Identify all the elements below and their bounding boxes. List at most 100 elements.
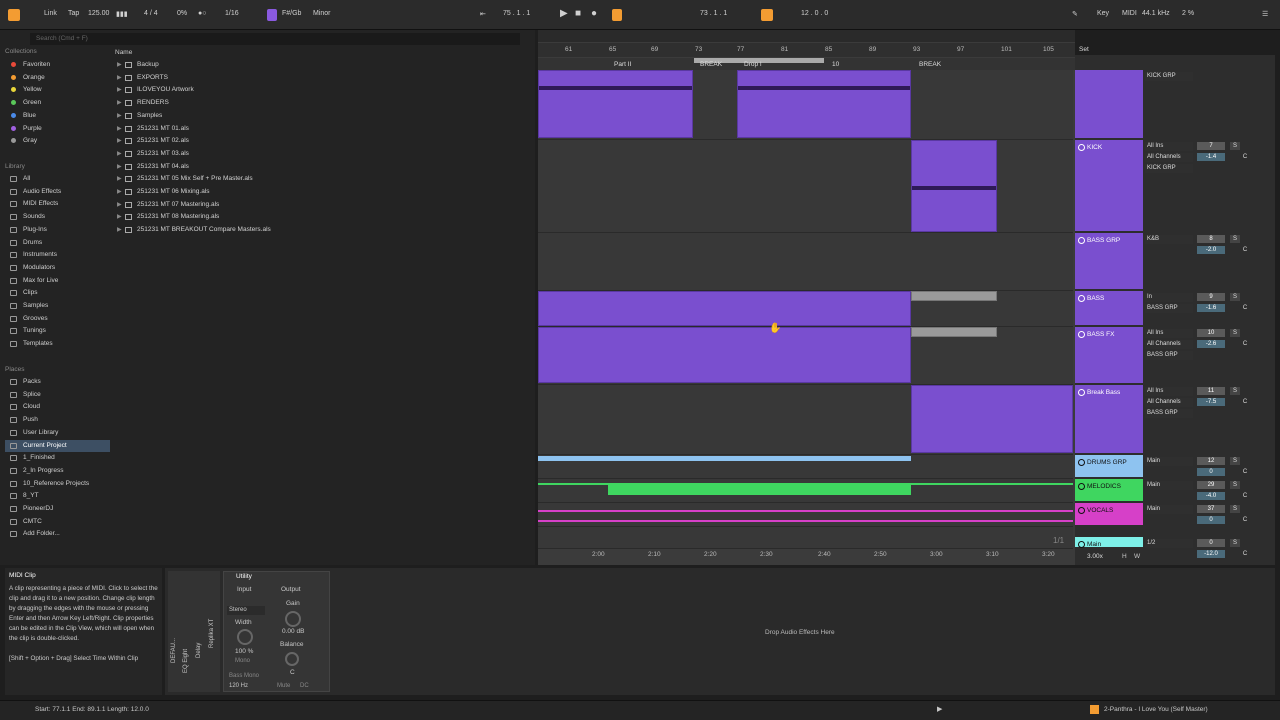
track-header[interactable]: KICK — [1075, 140, 1143, 231]
arrangement-view[interactable]: ✋ 1/1 61 65 69 73 77 81 85 89 93 97 101 105 Part II… — [538, 30, 1075, 565]
file-item[interactable]: ▶ Samples — [117, 110, 162, 122]
track-fold-icon[interactable] — [1078, 237, 1085, 244]
library-item-8[interactable]: Max for Live — [5, 275, 110, 287]
file-item[interactable]: ▶ 251231 MT 03.als — [117, 148, 189, 160]
solo-button[interactable]: S — [1230, 142, 1240, 150]
pan-center[interactable]: C — [1240, 398, 1250, 406]
track-io-select[interactable]: Main — [1145, 481, 1193, 490]
track-number[interactable]: 12 — [1197, 457, 1225, 465]
utility-stereo-select[interactable]: Stereo — [227, 606, 265, 615]
file-item[interactable]: ▶ 251231 MT 08 Mastering.als — [117, 211, 219, 223]
track-io-select[interactable]: All Ins — [1145, 142, 1193, 151]
track-number[interactable]: 11 — [1197, 387, 1225, 395]
quantize-field[interactable]: 1/16 — [225, 10, 239, 17]
track-volume[interactable]: -4.0 — [1197, 492, 1225, 500]
track-header[interactable] — [1075, 70, 1143, 138]
track-io-select[interactable]: KICK GRP — [1145, 164, 1193, 173]
chain-device-2[interactable]: EQ Eight — [183, 649, 189, 673]
pan-center[interactable]: C — [1240, 246, 1250, 254]
collection-4[interactable]: Blue — [5, 110, 110, 122]
chain-device-4[interactable]: Replika XT — [209, 619, 215, 648]
overview-strip[interactable] — [538, 30, 1075, 42]
place-item-4[interactable]: User Library — [5, 427, 110, 439]
track-header[interactable]: BASS — [1075, 291, 1143, 325]
track-io-select[interactable]: All Ins — [1145, 329, 1193, 338]
track-io-select[interactable]: Main — [1145, 505, 1193, 514]
solo-button[interactable]: S — [1230, 387, 1240, 395]
track-number[interactable]: 0 — [1197, 539, 1225, 547]
collection-6[interactable]: Gray — [5, 135, 110, 147]
pan-center[interactable]: C — [1240, 516, 1250, 524]
library-item-5[interactable]: Drums — [5, 237, 110, 249]
track-fold-icon[interactable] — [1078, 144, 1085, 151]
library-item-13[interactable]: Templates — [5, 338, 110, 350]
library-item-10[interactable]: Samples — [5, 300, 110, 312]
track-header[interactable]: Break Bass — [1075, 385, 1143, 453]
place-item-5[interactable]: Current Project — [5, 439, 110, 452]
utility-bass-mono-button[interactable]: Bass Mono — [229, 673, 259, 679]
utility-width-knob[interactable] — [237, 629, 253, 645]
track-header[interactable]: DRUMS GRP — [1075, 455, 1143, 477]
scale-field[interactable]: Minor — [313, 10, 331, 17]
place-item-7[interactable]: 2_In Progress — [5, 465, 110, 477]
place-item-11[interactable]: CMTC — [5, 516, 110, 528]
loop-length-field[interactable]: 12 . 0 . 0 — [801, 10, 828, 17]
file-item[interactable]: ▶ 251231 MT 02.als — [117, 135, 189, 147]
pan-center[interactable]: C — [1240, 550, 1250, 558]
track-header[interactable]: BASS FX — [1075, 327, 1143, 383]
track-number[interactable]: 37 — [1197, 505, 1225, 513]
track-fold-icon[interactable] — [1078, 331, 1085, 338]
solo-button[interactable]: S — [1230, 293, 1240, 301]
track-fold-icon[interactable] — [1078, 541, 1085, 548]
track-fold-icon[interactable] — [1078, 459, 1085, 466]
library-item-0[interactable]: All — [5, 173, 110, 185]
position-field[interactable]: 75 . 1 . 1 — [503, 10, 530, 17]
track-io-select[interactable]: All Ins — [1145, 387, 1193, 396]
overdub-button[interactable] — [612, 9, 622, 21]
pencil-icon[interactable]: ✎ — [1072, 10, 1078, 18]
clip-vocals[interactable] — [538, 510, 1073, 522]
place-item-6[interactable]: 1_Finished — [5, 452, 110, 464]
track-header[interactable]: VOCALS — [1075, 503, 1143, 525]
track-io-select[interactable]: BASS GRP — [1145, 304, 1193, 313]
track-number[interactable]: 29 — [1197, 481, 1225, 489]
chain-device-3[interactable]: Delay — [196, 643, 202, 658]
file-item[interactable]: ▶ 251231 MT 07 Mastering.als — [117, 199, 219, 211]
locator-marker[interactable]: Part II — [614, 61, 631, 68]
track-number[interactable]: 7 — [1197, 142, 1225, 150]
utility-balance-knob[interactable] — [285, 652, 299, 666]
library-item-6[interactable]: Instruments — [5, 249, 110, 261]
expand-arrow-icon[interactable]: ▶ — [117, 148, 122, 160]
clip-melodics[interactable] — [608, 485, 911, 495]
utility-gain-knob[interactable] — [285, 611, 301, 627]
midi-map-button[interactable]: MIDI — [1122, 10, 1137, 17]
place-item-1[interactable]: Splice — [5, 389, 110, 401]
track-io-select[interactable]: All Channels — [1145, 398, 1193, 407]
solo-button[interactable]: S — [1230, 235, 1240, 243]
collection-1[interactable]: Orange — [5, 72, 110, 84]
place-item-8[interactable]: 10_Reference Projects — [5, 478, 110, 490]
browser-toggle[interactable] — [8, 9, 20, 21]
library-item-1[interactable]: Audio Effects — [5, 186, 110, 198]
clip-bass-fx-1[interactable] — [538, 327, 911, 383]
track-io-select[interactable]: KICK GRP — [1145, 72, 1193, 81]
place-item-0[interactable]: Packs — [5, 376, 110, 388]
menu-icon[interactable]: ☰ — [1262, 10, 1268, 18]
library-item-9[interactable]: Clips — [5, 287, 110, 299]
solo-button[interactable]: S — [1230, 329, 1240, 337]
track-number[interactable]: 9 — [1197, 293, 1225, 301]
utility-mute-button[interactable]: Mute — [277, 683, 290, 689]
file-item[interactable]: ▶ RENDERS — [117, 97, 169, 109]
locator-marker[interactable]: BREAK — [700, 61, 722, 68]
place-item-2[interactable]: Cloud — [5, 401, 110, 413]
solo-button[interactable]: S — [1230, 505, 1240, 513]
follow-icon[interactable]: ⇤ — [480, 10, 486, 18]
locator-marker[interactable]: BREAK — [919, 61, 941, 68]
pan-center[interactable]: C — [1240, 153, 1250, 161]
h-button[interactable]: H — [1122, 553, 1127, 560]
zoom-field[interactable]: 3.00x — [1087, 553, 1103, 560]
clip-kick-grp-2[interactable] — [737, 70, 911, 138]
w-button[interactable]: W — [1134, 553, 1140, 560]
track-volume[interactable]: -1.4 — [1197, 153, 1225, 161]
expand-arrow-icon[interactable]: ▶ — [117, 224, 122, 236]
